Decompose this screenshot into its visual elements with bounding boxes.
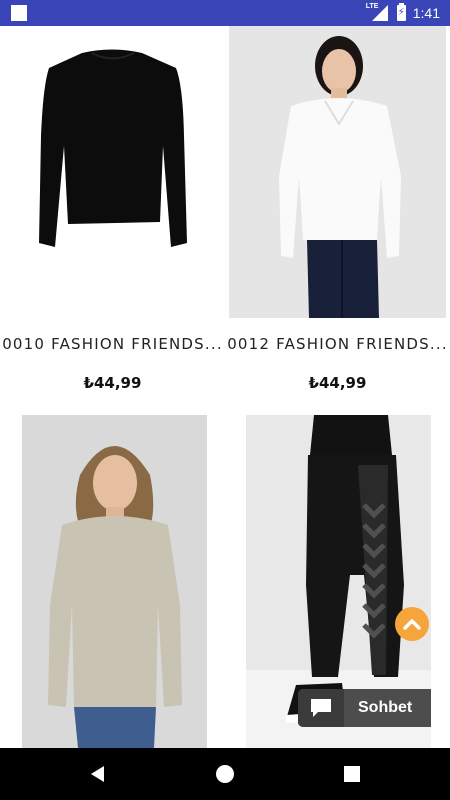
battery-icon: ⚡ [396, 3, 406, 21]
product-image[interactable] [229, 26, 446, 318]
product-price: ₺44,99 [83, 374, 142, 392]
product-card[interactable] [0, 406, 225, 748]
chevron-up-icon [403, 619, 421, 630]
product-card[interactable]: 0010 FASHION FRIENDS... ₺44,99 [0, 26, 225, 406]
product-image[interactable] [22, 415, 207, 748]
notification-icon [11, 5, 27, 21]
signal-icon: LTE [365, 3, 390, 22]
navigation-bar [0, 748, 450, 800]
home-button[interactable] [213, 762, 237, 786]
product-name[interactable]: 0012 FASHION FRIENDS... [225, 335, 450, 353]
chat-bubble-icon [298, 689, 344, 727]
recents-button[interactable] [340, 762, 364, 786]
product-card[interactable]: 0012 FASHION FRIENDS... ₺44,99 [225, 26, 450, 406]
chat-button[interactable]: Sohbet [298, 689, 431, 727]
product-price: ₺44,99 [308, 374, 367, 392]
status-bar: LTE ⚡ 1:41 [0, 0, 450, 26]
product-name[interactable]: 0010 FASHION FRIENDS... [0, 335, 225, 353]
clock: 1:41 [412, 5, 440, 21]
scroll-to-top-button[interactable] [395, 607, 429, 641]
back-button[interactable] [86, 762, 110, 786]
network-type-label: LTE [365, 3, 379, 10]
chat-label: Sohbet [358, 699, 413, 716]
product-image[interactable] [0, 26, 225, 318]
